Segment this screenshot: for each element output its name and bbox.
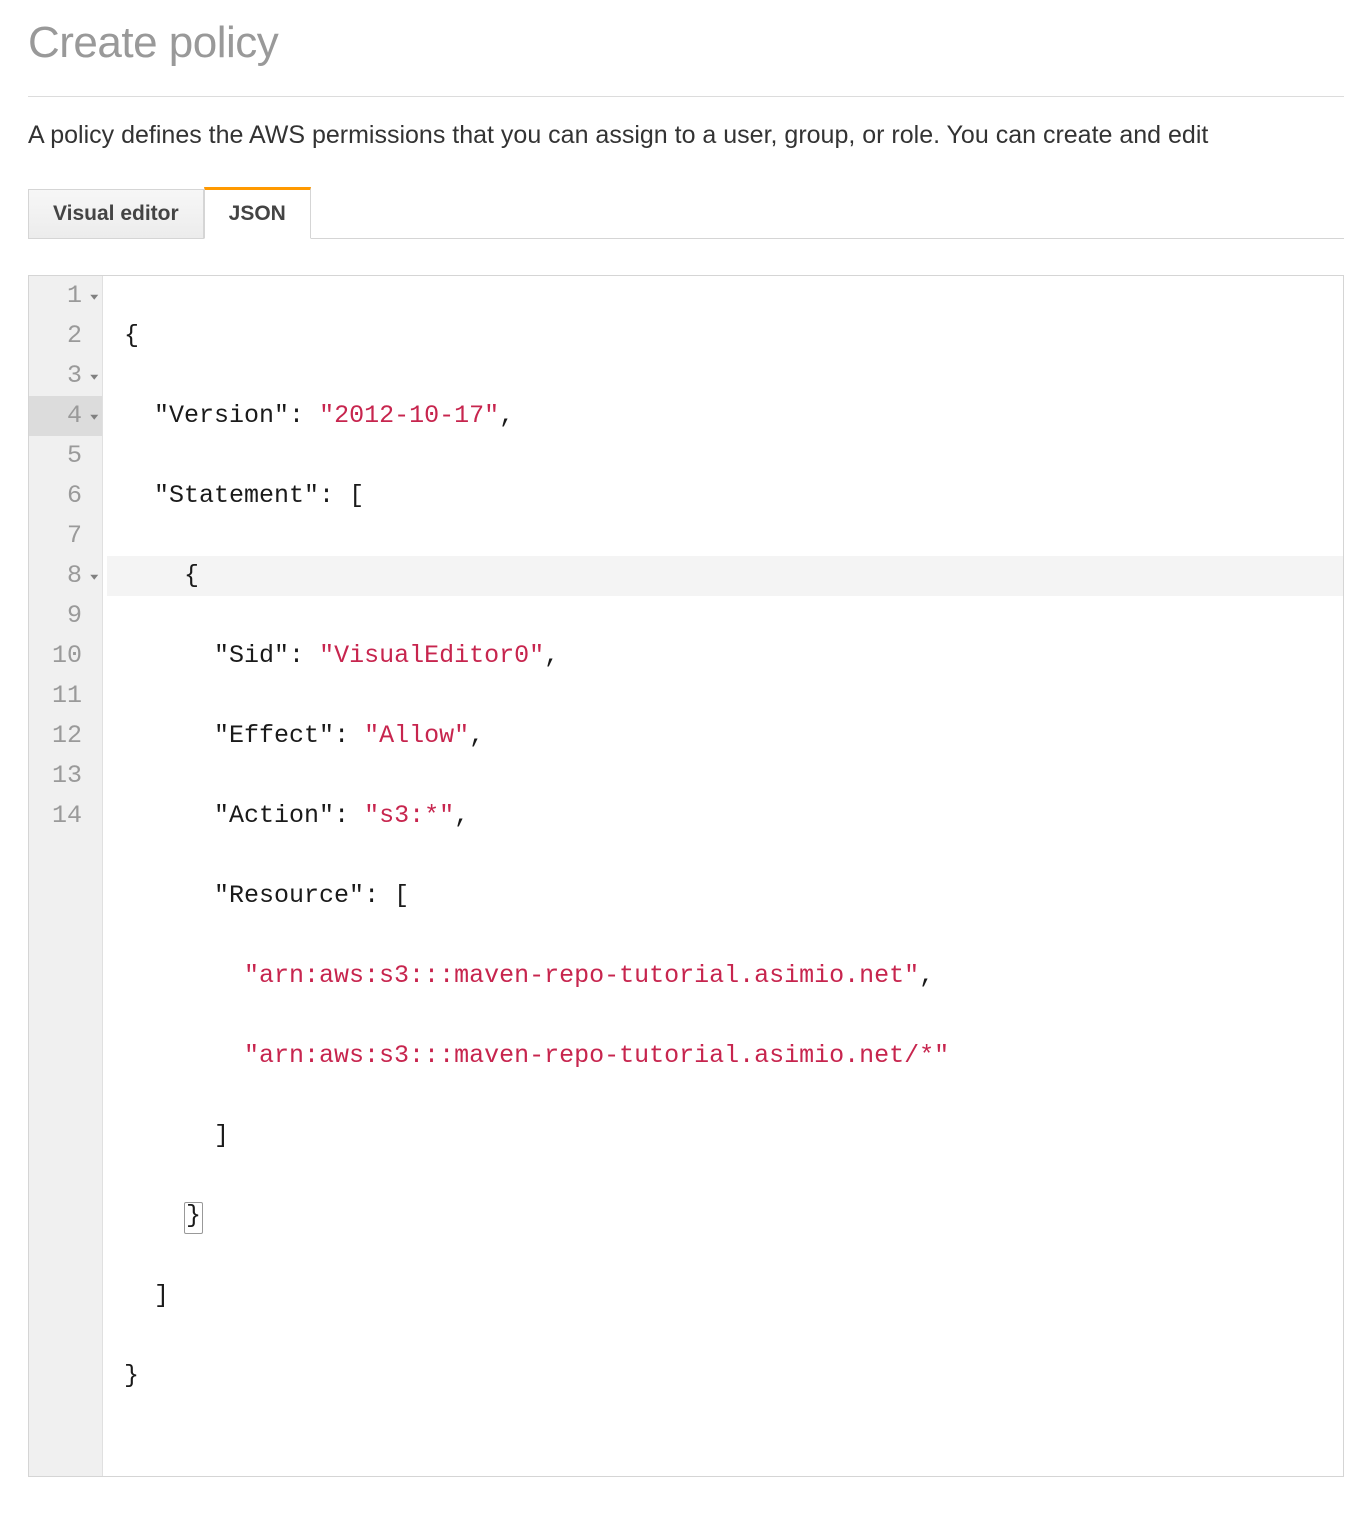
code-line: "Resource": [ [107, 876, 1343, 916]
line-number: 4 [67, 401, 82, 430]
code-line: } [107, 1356, 1343, 1396]
line-number: 2 [67, 321, 82, 350]
line-number: 6 [67, 481, 82, 510]
line-number: 12 [52, 721, 82, 750]
cursor-marker: } [184, 1202, 203, 1234]
fold-icon[interactable] [90, 295, 98, 300]
code-line: "Statement": [ [107, 476, 1343, 516]
fold-icon[interactable] [90, 575, 98, 580]
line-number: 13 [52, 761, 82, 790]
line-number: 1 [67, 281, 82, 310]
code-line: { [107, 556, 1343, 596]
code-line: ] [107, 1276, 1343, 1316]
json-editor[interactable]: 1 2 3 4 5 6 7 8 9 10 11 12 13 14 { "Vers… [28, 275, 1344, 1477]
line-number: 9 [67, 601, 82, 630]
line-number: 5 [67, 441, 82, 470]
code-line: "arn:aws:s3:::maven-repo-tutorial.asimio… [107, 1036, 1343, 1076]
line-number: 14 [52, 801, 82, 830]
line-number: 8 [67, 561, 82, 590]
line-number: 11 [52, 681, 82, 710]
line-number: 10 [52, 641, 82, 670]
policy-description: A policy defines the AWS permissions tha… [28, 121, 1344, 150]
code-line: "Version": "2012-10-17", [107, 396, 1343, 436]
code-line: "Effect": "Allow", [107, 716, 1343, 756]
code-line: } [107, 1196, 1343, 1236]
editor-gutter: 1 2 3 4 5 6 7 8 9 10 11 12 13 14 [29, 276, 103, 1476]
code-line: "Sid": "VisualEditor0", [107, 636, 1343, 676]
fold-icon[interactable] [90, 415, 98, 420]
tab-visual-editor[interactable]: Visual editor [28, 189, 204, 239]
page-title: Create policy [28, 18, 1344, 68]
line-number: 3 [67, 361, 82, 390]
divider [28, 96, 1344, 97]
code-line: "Action": "s3:*", [107, 796, 1343, 836]
code-line: ] [107, 1116, 1343, 1156]
line-number: 7 [67, 521, 82, 550]
editor-tabs: Visual editor JSON [28, 186, 1344, 239]
fold-icon[interactable] [90, 375, 98, 380]
editor-code[interactable]: { "Version": "2012-10-17", "Statement": … [103, 276, 1343, 1476]
code-line: { [107, 316, 1343, 356]
code-line: "arn:aws:s3:::maven-repo-tutorial.asimio… [107, 956, 1343, 996]
tab-json[interactable]: JSON [204, 187, 311, 239]
